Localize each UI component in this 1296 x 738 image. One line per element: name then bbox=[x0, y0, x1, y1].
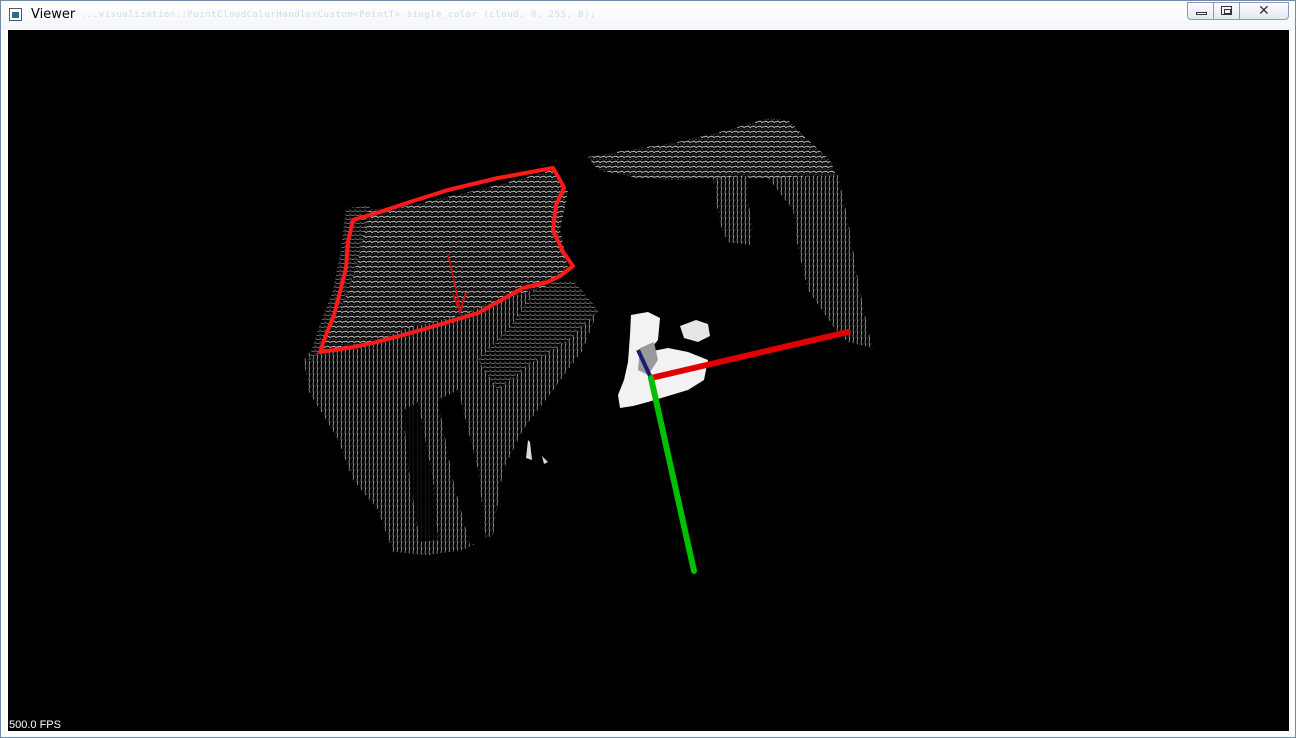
restore-button[interactable] bbox=[1214, 2, 1240, 20]
cloud-wall-top-band bbox=[588, 118, 838, 180]
cloud-dense-blob-2 bbox=[680, 320, 710, 342]
close-button[interactable]: ✕ bbox=[1240, 2, 1289, 20]
window-title: Viewer bbox=[31, 7, 76, 22]
window-controls: ✕ bbox=[1187, 2, 1289, 20]
background-text: ...visualization::PointCloudColorHandler… bbox=[81, 10, 596, 20]
minimize-button[interactable] bbox=[1187, 2, 1214, 20]
minimize-icon bbox=[1196, 12, 1207, 15]
close-icon: ✕ bbox=[1258, 3, 1270, 19]
title-bar[interactable]: Viewer ...visualization::PointCloudColor… bbox=[1, 1, 1295, 30]
cloud-wall-right bbox=[768, 175, 873, 348]
point-cloud-center-cluster bbox=[618, 312, 710, 408]
cloud-wall-left bbox=[713, 176, 753, 245]
restore-icon bbox=[1221, 6, 1232, 15]
cloud-specks bbox=[522, 434, 548, 464]
viewer-window: Viewer ...visualization::PointCloudColor… bbox=[0, 0, 1296, 738]
app-icon bbox=[9, 8, 22, 21]
point-cloud-left-object bbox=[304, 166, 598, 555]
point-cloud-canvas[interactable] bbox=[8, 30, 1289, 731]
3d-viewport[interactable]: 500.0 FPS bbox=[8, 30, 1289, 731]
fps-counter: 500.0 FPS bbox=[9, 719, 61, 731]
point-cloud-right-wall bbox=[588, 118, 873, 348]
y-axis bbox=[648, 375, 697, 574]
